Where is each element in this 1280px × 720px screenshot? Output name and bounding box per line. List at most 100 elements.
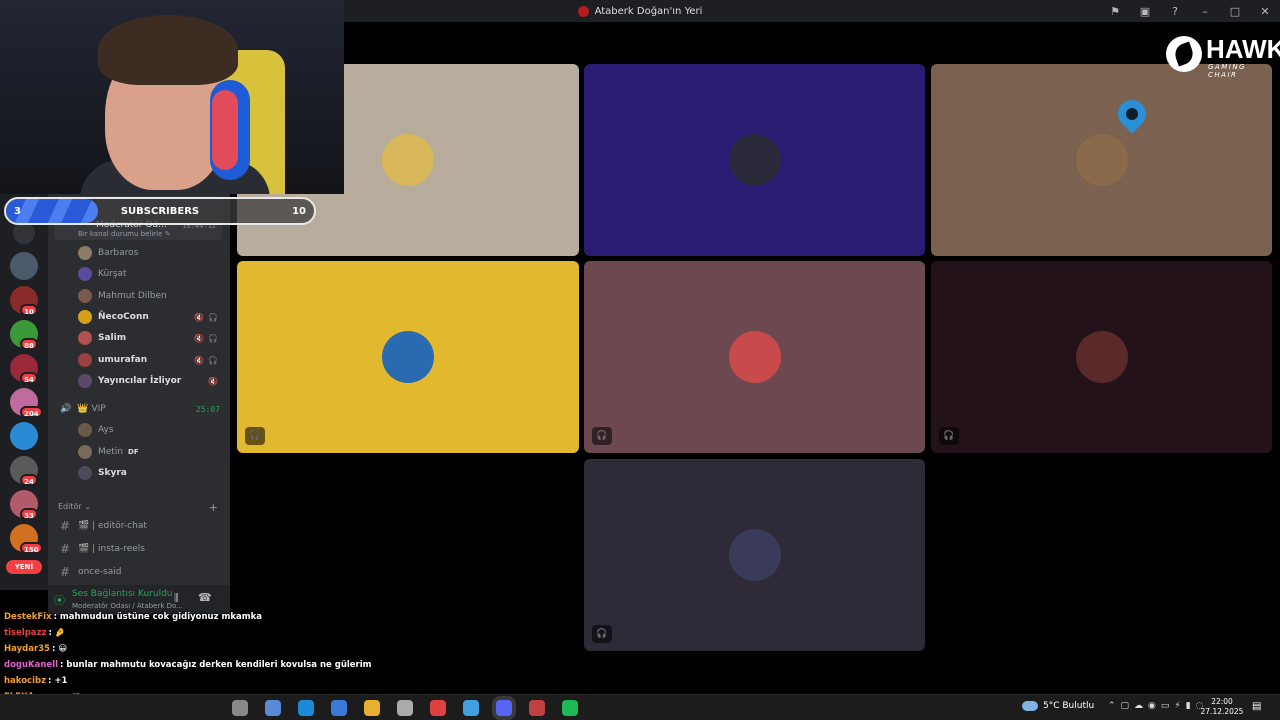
channel-name: 🎬 | editör-chat bbox=[78, 521, 147, 531]
chat-message: doguKanell: bunlar mahmutu kovacağız der… bbox=[4, 660, 372, 670]
taskbar-app-icon[interactable] bbox=[397, 700, 413, 716]
participant-tile[interactable]: 🎧 bbox=[931, 261, 1272, 453]
taskbar-app-icon[interactable] bbox=[331, 700, 347, 716]
hashtag-icon: # bbox=[60, 542, 71, 556]
clock[interactable]: 22:00 27.12.2025 bbox=[1200, 697, 1244, 717]
disconnect-icon[interactable]: ☎ bbox=[198, 591, 212, 604]
subscriber-goal: 10 bbox=[292, 206, 306, 217]
clock-date: 27.12.2025 bbox=[1200, 707, 1244, 716]
participant-avatar bbox=[1075, 134, 1128, 186]
vip-member[interactable]: Ays bbox=[78, 422, 228, 438]
channel-name: once-said bbox=[78, 567, 122, 577]
webcam-overlay bbox=[0, 0, 344, 194]
speaker-icon: 🔊 bbox=[60, 404, 72, 414]
voice-member[interactable]: Mahmut Dilben bbox=[78, 288, 228, 304]
text-channel[interactable]: # 🎬 | editör-chat bbox=[60, 518, 147, 534]
headset-cushion bbox=[212, 90, 238, 170]
category-editor[interactable]: Editör ⌄ + bbox=[58, 501, 218, 514]
taskbar-app-icon[interactable] bbox=[496, 700, 512, 716]
vip-channel-name: VIP bbox=[91, 404, 106, 414]
member-tag: DF bbox=[128, 448, 139, 456]
voice-member[interactable]: ÑecoConn 🔇🎧 bbox=[78, 309, 228, 325]
member-avatar bbox=[78, 267, 92, 281]
member-avatar bbox=[78, 246, 92, 260]
inbox-icon[interactable]: ▣ bbox=[1130, 5, 1160, 18]
server-icon[interactable] bbox=[10, 252, 38, 280]
voice-member[interactable]: umurafan 🔇🎧 bbox=[78, 352, 228, 368]
taskbar-app-icon[interactable] bbox=[463, 700, 479, 716]
participant-tile[interactable]: 🎧 bbox=[237, 261, 579, 453]
screen: Ataberk Doğan'ın Yeri ⚑ ▣ ? – □ ✕ 🎧 🎧 🎧 🎧 1… bbox=[0, 0, 1280, 720]
taskbar-app-icon[interactable] bbox=[430, 700, 446, 716]
participant-tile[interactable]: 🎧 bbox=[584, 459, 925, 651]
muted-icon: 🎧 bbox=[592, 427, 612, 445]
notification-badge: 33 bbox=[20, 508, 38, 520]
chat-username: DestekFix bbox=[4, 612, 52, 622]
noise-suppression-icon[interactable]: ⫼ bbox=[174, 593, 179, 604]
voice-member[interactable]: Salim 🔇🎧 bbox=[78, 330, 228, 346]
new-badge[interactable]: YENİ bbox=[6, 560, 42, 574]
vip-member[interactable]: Metin DF bbox=[78, 444, 228, 460]
participant-tile[interactable]: 🎧 bbox=[584, 261, 925, 453]
member-status-icons: 🔇🎧 bbox=[194, 312, 222, 322]
participant-avatar bbox=[1075, 331, 1128, 383]
server-icon[interactable] bbox=[10, 422, 38, 450]
member-name: Metin bbox=[98, 447, 124, 457]
crown-icon: 👑 bbox=[77, 404, 89, 414]
participant-tile[interactable] bbox=[584, 64, 925, 256]
muted-icon: 🎧 bbox=[939, 427, 959, 445]
taskbar-app-icon[interactable] bbox=[298, 700, 314, 716]
taskbar-app-icon[interactable] bbox=[364, 700, 380, 716]
vip-voice-channel[interactable]: 🔊 👑 VIP 25:07 bbox=[60, 401, 220, 417]
member-avatar bbox=[78, 353, 92, 367]
cloud-icon bbox=[1022, 701, 1038, 711]
weather-widget[interactable]: 5°C Bulutlu bbox=[1022, 701, 1094, 711]
channel-name: 🎬 | insta-reels bbox=[78, 544, 145, 554]
member-name: ÑecoConn bbox=[98, 312, 149, 322]
text-channel[interactable]: # 🎬 | insta-reels bbox=[60, 541, 145, 557]
voice-member[interactable]: Barbaros bbox=[78, 245, 228, 261]
voice-member[interactable]: Kürşat bbox=[78, 266, 228, 282]
notification-badge: 10 bbox=[20, 304, 38, 316]
chat-message: DestekFix: mahmudun üstüne cok gidiyonuz… bbox=[4, 612, 262, 622]
participant-avatar bbox=[382, 134, 434, 186]
taskbar-app-icon[interactable] bbox=[529, 700, 545, 716]
close-button[interactable]: ✕ bbox=[1250, 5, 1280, 18]
chat-text: : +1 bbox=[48, 676, 68, 686]
text-channel[interactable]: # once-said bbox=[60, 564, 121, 580]
chat-message: Haydar35: 😀 bbox=[4, 644, 67, 654]
voice-member[interactable]: Yayıncılar İzliyor 🔇 bbox=[78, 373, 228, 389]
voice-connected-location[interactable]: Moderatör Odası / Ataberk Do... bbox=[72, 602, 183, 610]
taskbar-app-icon[interactable] bbox=[265, 700, 281, 716]
add-channel-icon[interactable]: + bbox=[209, 501, 218, 514]
member-name: Mahmut Dilben bbox=[98, 291, 167, 301]
channel-status-prompt[interactable]: Bir kanal durumu belirle ✎ bbox=[78, 230, 171, 238]
channel-sidebar: Moderatör Od... 10:44:12 Bir kanal durum… bbox=[48, 190, 230, 615]
subscriber-label: SUBSCRIBERS bbox=[120, 206, 200, 217]
help-icon[interactable]: ? bbox=[1160, 5, 1190, 18]
maximize-button[interactable]: □ bbox=[1220, 5, 1250, 18]
vip-member[interactable]: Skyra bbox=[78, 465, 228, 481]
taskbar-app-icon[interactable] bbox=[562, 700, 578, 716]
system-tray[interactable]: ⌃▢☁◉▭⚡▮◌ bbox=[1108, 701, 1209, 711]
muted-icon: 🎧 bbox=[592, 625, 612, 643]
taskbar-app-icon[interactable] bbox=[232, 700, 248, 716]
chat-message: hakocibz: +1 bbox=[4, 676, 67, 686]
chat-message: tiselpazz: 🤌 bbox=[4, 628, 65, 638]
vip-timer: 25:07 bbox=[195, 404, 220, 414]
discord-home-icon[interactable] bbox=[13, 222, 35, 244]
server-rail: 10 88 54 204 24 33 150 YENİ bbox=[0, 190, 48, 590]
participant-avatar bbox=[728, 331, 781, 383]
signal-icon: ⦿ bbox=[54, 594, 65, 607]
notification-icon[interactable]: ▤ bbox=[1252, 701, 1261, 712]
member-avatar bbox=[78, 445, 92, 459]
subscriber-goal-bar: 3 SUBSCRIBERS 10 bbox=[4, 197, 316, 225]
minimize-button[interactable]: – bbox=[1190, 5, 1220, 18]
notification-badge: 88 bbox=[20, 338, 38, 350]
member-avatar bbox=[78, 374, 92, 388]
participant-tile[interactable] bbox=[931, 64, 1272, 256]
notification-badge: 204 bbox=[20, 406, 43, 418]
flag-icon[interactable]: ⚑ bbox=[1100, 5, 1130, 18]
participant-avatar bbox=[728, 134, 781, 186]
member-name: Salim bbox=[98, 333, 127, 343]
